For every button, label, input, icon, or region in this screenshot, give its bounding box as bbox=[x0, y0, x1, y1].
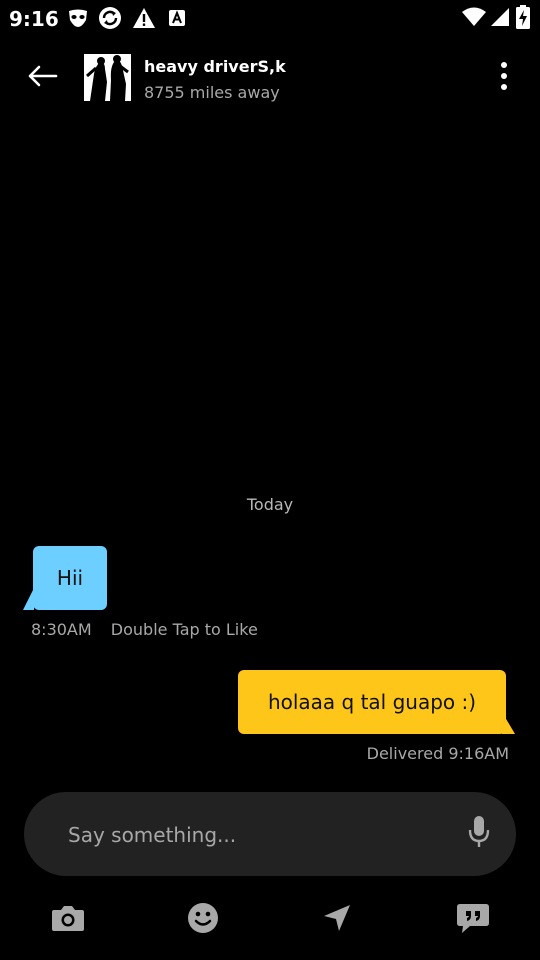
chat-toolbar bbox=[0, 888, 540, 948]
more-vertical-icon bbox=[500, 61, 508, 95]
back-button[interactable] bbox=[22, 60, 62, 96]
emoji-icon bbox=[187, 902, 219, 938]
outgoing-message-bubble[interactable]: holaaa q tal guapo :) bbox=[238, 670, 506, 734]
voice-message-button[interactable] bbox=[464, 816, 494, 852]
contact-distance: 8755 miles away bbox=[144, 83, 280, 102]
message-composer bbox=[24, 792, 516, 878]
warning-icon bbox=[132, 7, 156, 33]
avatar[interactable] bbox=[84, 54, 131, 101]
camera-icon bbox=[51, 904, 85, 936]
incoming-message-bubble[interactable]: Hii bbox=[33, 546, 107, 610]
incoming-message-meta: 8:30AM Double Tap to Like bbox=[31, 620, 258, 639]
battery-charging-icon bbox=[516, 5, 530, 33]
contact-name[interactable]: heavy driverS,k bbox=[144, 57, 286, 76]
message-input[interactable] bbox=[66, 792, 450, 878]
saved-phrases-icon bbox=[456, 902, 490, 938]
emoji-button[interactable] bbox=[183, 902, 223, 938]
incoming-message-time: 8:30AM bbox=[31, 620, 92, 639]
back-arrow-icon bbox=[26, 64, 58, 92]
outgoing-message-text: holaaa q tal guapo :) bbox=[267, 690, 477, 714]
location-arrow-icon bbox=[322, 903, 352, 937]
delivery-status: Delivered 9:16AM bbox=[366, 744, 509, 763]
wifi-icon bbox=[461, 7, 487, 31]
sync-icon bbox=[98, 6, 122, 34]
date-separator: Today bbox=[246, 495, 294, 514]
a-icon bbox=[168, 9, 186, 31]
grindr-mask-icon bbox=[67, 8, 89, 32]
status-bar: 9:16 bbox=[0, 0, 540, 36]
status-time: 9:16 bbox=[9, 7, 59, 31]
camera-button[interactable] bbox=[48, 902, 88, 938]
microphone-icon bbox=[468, 815, 490, 853]
chat-header: heavy driverS,k 8755 miles away bbox=[0, 44, 540, 116]
double-tap-hint: Double Tap to Like bbox=[110, 620, 258, 639]
signal-icon bbox=[490, 7, 510, 31]
send-location-button[interactable] bbox=[317, 902, 357, 938]
incoming-message-text: Hii bbox=[56, 566, 84, 590]
saved-phrases-button[interactable] bbox=[453, 902, 493, 938]
more-options-button[interactable] bbox=[490, 60, 518, 96]
